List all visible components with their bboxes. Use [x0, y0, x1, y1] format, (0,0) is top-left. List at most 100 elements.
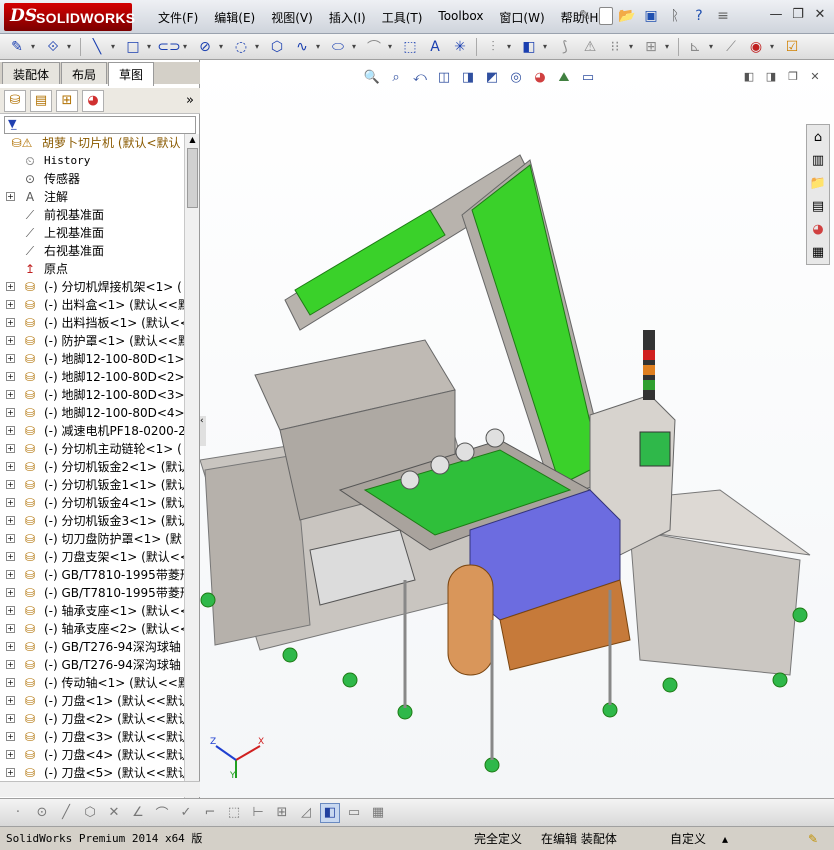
expand-icon[interactable]: + — [6, 408, 15, 417]
trim-icon[interactable]: ⟆ — [554, 37, 576, 57]
trim-icon[interactable]: ✕ — [104, 803, 124, 823]
menu-view[interactable]: 视图(V) — [263, 9, 321, 26]
chevron-right-icon[interactable]: » — [186, 93, 194, 108]
convert-icon[interactable]: ◧ — [518, 37, 540, 57]
dropdown-arrow-icon[interactable]: ▾ — [219, 42, 227, 51]
mirror-icon[interactable]: ⫶ — [482, 37, 504, 57]
carrot-slicer-model[interactable] — [200, 60, 834, 798]
solidworks-logo[interactable]: DS SOLIDWORKS — [4, 3, 135, 31]
dropdown-arrow-icon[interactable]: ▾ — [316, 42, 324, 51]
polygon-icon[interactable]: ⬡ — [80, 803, 100, 823]
rectangle-icon[interactable]: ⬚ — [224, 803, 244, 823]
expand-icon[interactable]: + — [6, 732, 15, 741]
expand-icon[interactable]: + — [6, 588, 15, 597]
expand-icon[interactable]: + — [6, 390, 15, 399]
scroll-up-icon[interactable]: ▲ — [187, 135, 198, 147]
unit-chevron-icon[interactable]: ▴ — [722, 830, 728, 848]
expand-icon[interactable]: + — [6, 606, 15, 615]
relations-icon[interactable]: ⟐ — [42, 37, 64, 57]
repair-icon[interactable]: ⚠ — [579, 37, 601, 57]
check-icon[interactable]: ✓ — [176, 803, 196, 823]
tree-item[interactable]: + ⛁ (-) 减速电机PF18-0200-2 — [0, 422, 184, 440]
tree-item[interactable]: + ⛁ (-) 传动轴<1> (默认<<默 — [0, 674, 184, 692]
tree-item[interactable]: ⊙ 传感器 — [0, 170, 184, 188]
expand-icon[interactable]: + — [6, 282, 15, 291]
help-icon[interactable]: ? — [689, 6, 709, 26]
dropdown-arrow-icon[interactable]: ▾ — [67, 42, 75, 51]
ellipse-icon[interactable]: ⬭ — [327, 37, 349, 57]
tree-horizontal-scrollbar[interactable] — [0, 781, 200, 797]
rapid-sketch-icon[interactable]: ◉ — [745, 37, 767, 57]
expand-icon[interactable]: + — [6, 354, 15, 363]
arc-icon[interactable]: ⌒ — [152, 803, 172, 823]
tree-item[interactable]: + ⛁ (-) 轴承支座<2> (默认<< — [0, 620, 184, 638]
display-manager-icon[interactable]: ◕ — [82, 89, 104, 112]
circle-icon[interactable]: ⊙ — [32, 803, 52, 823]
expand-icon[interactable]: + — [6, 768, 15, 777]
pattern-icon[interactable]: ⁝⁝ — [604, 37, 626, 57]
tab-assembly[interactable]: 装配体 — [2, 62, 61, 84]
filter-input[interactable]: ▼̲ — [4, 116, 196, 134]
tab-sketch[interactable]: 草图 — [108, 62, 155, 86]
dropdown-arrow-icon[interactable]: ▾ — [507, 42, 515, 51]
tree-item[interactable]: + ⛁ (-) 分切机钣金1<1> (默认 — [0, 476, 184, 494]
expand-icon[interactable]: + — [6, 624, 15, 633]
angle-icon[interactable]: ∠ — [128, 803, 148, 823]
tree-item[interactable]: + ⛁ (-) 地脚12-100-80D<3> ( — [0, 386, 184, 404]
tree-item[interactable]: + A 注解 — [0, 188, 184, 206]
dropdown-arrow-icon[interactable]: ▾ — [770, 42, 778, 51]
tree-item[interactable]: + ⛁ (-) 刀盘<2> (默认<<默认 — [0, 710, 184, 728]
polygon-icon[interactable]: ⬡ — [266, 37, 288, 57]
expand-icon[interactable]: + — [6, 372, 15, 381]
expand-icon[interactable]: + — [6, 192, 15, 201]
rebuild-icon[interactable]: ✎ — [808, 830, 818, 848]
tree-item[interactable]: ⟋ 上视基准面 — [0, 224, 184, 242]
tree-item[interactable]: + ⛁ (-) 分切机钣金2<1> (默认 — [0, 458, 184, 476]
tree-item[interactable]: + ⛁ (-) 刀盘<4> (默认<<默认 — [0, 746, 184, 764]
property-manager-icon[interactable]: ▤ — [30, 89, 52, 112]
tree-item[interactable]: + ⛁ (-) GB/T7810-1995带菱形 — [0, 566, 184, 584]
options-icon[interactable]: ≡ — [713, 6, 733, 26]
tree-item[interactable]: + ⛁ (-) 出料盒<1> (默认<<默 — [0, 296, 184, 314]
print-icon[interactable]: ᚱ — [665, 6, 685, 26]
restore-icon[interactable]: ❐ — [790, 7, 806, 23]
expand-icon[interactable]: + — [6, 444, 15, 453]
menu-tools[interactable]: 工具(T) — [374, 9, 431, 26]
line-icon[interactable]: ╲ — [86, 37, 108, 57]
tree-item[interactable]: + ⛁ (-) 刀盘支架<1> (默认<< — [0, 548, 184, 566]
table-icon[interactable]: ▦ — [368, 803, 388, 823]
tree-item[interactable]: + ⛁ (-) 刀盘<1> (默认<<默认 — [0, 692, 184, 710]
text-icon[interactable]: A — [424, 37, 446, 57]
expand-icon[interactable]: + — [6, 570, 15, 579]
menu-toolbox[interactable]: Toolbox — [430, 9, 491, 26]
tree-item[interactable]: + ⛁ (-) 分切机钣金4<1> (默认 — [0, 494, 184, 512]
section-icon[interactable]: ▭ — [344, 803, 364, 823]
tree-item[interactable]: + ⛁ (-) GB/T7810-1995带菱形 — [0, 584, 184, 602]
expand-icon[interactable]: + — [6, 336, 15, 345]
expand-icon[interactable]: + — [6, 678, 15, 687]
expand-icon[interactable]: + — [6, 552, 15, 561]
angle-icon[interactable]: ◿ — [296, 803, 316, 823]
tree-item[interactable]: + ⛁ (-) 轴承支座<1> (默认<< — [0, 602, 184, 620]
pin-icon[interactable]: ✎ — [575, 6, 595, 26]
tree-item[interactable]: + ⛁ (-) 防护罩<1> (默认<<默 — [0, 332, 184, 350]
tree-item[interactable]: ⟋ 右视基准面 — [0, 242, 184, 260]
fillet-icon[interactable]: ⌒ — [363, 37, 385, 57]
dropdown-arrow-icon[interactable]: ▾ — [543, 42, 551, 51]
expand-icon[interactable]: + — [6, 426, 15, 435]
tree-item[interactable]: + ⛁ (-) 切刀盘防护罩<1> (默 — [0, 530, 184, 548]
smart-dimension-icon[interactable]: ✎ — [6, 37, 28, 57]
menu-window[interactable]: 窗口(W) — [491, 9, 552, 26]
arc-icon[interactable]: ◌ — [230, 37, 252, 57]
display-relations-icon[interactable]: ⊾ — [684, 37, 706, 57]
tree-vertical-scrollbar[interactable]: ▲ ▼ — [184, 134, 199, 798]
new-document-icon[interactable] — [599, 7, 613, 25]
tree-item[interactable]: + ⛁ (-) 分切机焊接机架<1> ( — [0, 278, 184, 296]
tree-item[interactable]: ⟋ 前视基准面 — [0, 206, 184, 224]
dropdown-arrow-icon[interactable]: ▾ — [183, 42, 191, 51]
expand-icon[interactable]: + — [6, 480, 15, 489]
tree-item[interactable]: + ⛁ (-) GB/T276-94深沟球轴 — [0, 638, 184, 656]
dropdown-arrow-icon[interactable]: ▾ — [665, 42, 673, 51]
tree-item[interactable]: + ⛁ (-) 刀盘<5> (默认<<默认 — [0, 764, 184, 782]
dropdown-arrow-icon[interactable]: ▾ — [629, 42, 637, 51]
